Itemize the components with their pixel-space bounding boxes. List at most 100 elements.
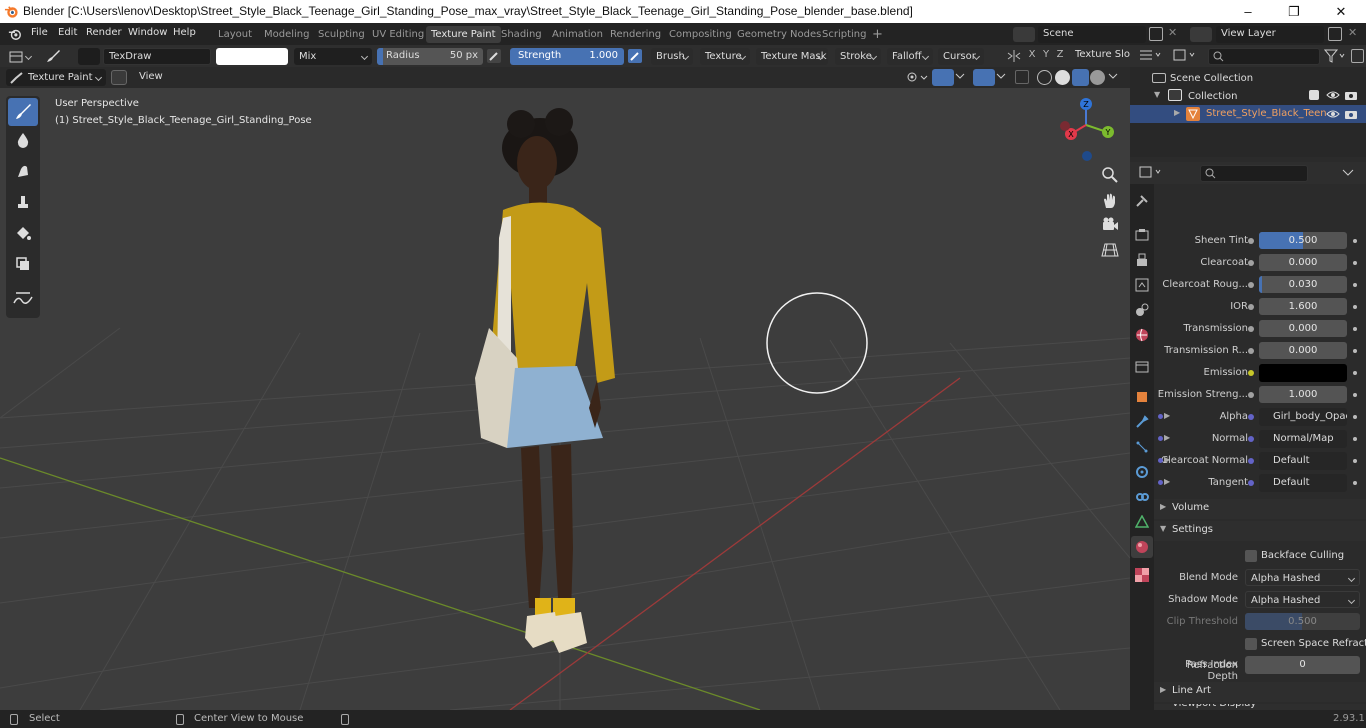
scene-icon[interactable] xyxy=(1013,27,1035,42)
property-value-field[interactable]: 0.000 xyxy=(1259,320,1347,337)
brush-preview-icon[interactable] xyxy=(78,48,100,65)
keyframe-dot-icon[interactable] xyxy=(1353,239,1357,243)
shading-dropdown-icon[interactable] xyxy=(1108,73,1118,81)
minimize-button[interactable]: – xyxy=(1225,2,1271,21)
view-layer-field[interactable]: View Layer xyxy=(1216,26,1324,43)
keyframe-dot-icon[interactable] xyxy=(1353,371,1357,375)
modifier-tab-icon[interactable] xyxy=(1135,415,1149,429)
collection-label[interactable]: Collection xyxy=(1188,91,1237,102)
keyframe-dot-icon[interactable] xyxy=(1353,327,1357,331)
input-socket-icon[interactable] xyxy=(1248,436,1254,442)
keyframe-dot-icon[interactable] xyxy=(1353,459,1357,463)
tab-scripting[interactable]: Scripting xyxy=(817,26,871,43)
data-tab-icon[interactable] xyxy=(1135,515,1149,529)
blender-menu-icon[interactable] xyxy=(8,27,22,41)
settings-panel-header[interactable]: ▼ Settings xyxy=(1154,521,1366,541)
clip-threshold-field[interactable]: 0.500 xyxy=(1245,613,1360,630)
keyframe-dot-icon[interactable] xyxy=(1353,305,1357,309)
tab-sculpting[interactable]: Sculpting xyxy=(313,26,370,43)
filter-icon[interactable] xyxy=(1324,49,1346,63)
object-tab-icon[interactable] xyxy=(1135,390,1149,404)
clone-tool-icon[interactable] xyxy=(13,194,33,214)
tab-geometry-nodes[interactable]: Geometry Nodes xyxy=(732,26,826,43)
annotate-tool-icon[interactable] xyxy=(11,291,35,311)
brush-name-field[interactable]: TexDraw xyxy=(103,48,211,65)
scene-tab-icon[interactable] xyxy=(1135,303,1149,317)
view-layer-tab-icon[interactable] xyxy=(1135,278,1149,292)
input-socket-icon[interactable] xyxy=(1248,458,1254,464)
input-socket-icon[interactable] xyxy=(1248,326,1254,332)
keyframe-dot-icon[interactable] xyxy=(1353,283,1357,287)
overlays-toggle-icon[interactable] xyxy=(973,69,995,86)
property-value-field[interactable]: 1.000 xyxy=(1259,386,1347,403)
ssr-checkbox[interactable] xyxy=(1245,638,1257,650)
properties-editor-type-icon[interactable] xyxy=(1138,165,1166,181)
input-socket-icon[interactable] xyxy=(1248,348,1254,354)
line-art-panel-header[interactable]: ▶ Line Art xyxy=(1154,682,1366,702)
mask-toggle-icon[interactable] xyxy=(111,70,127,85)
keyframe-dot-icon[interactable] xyxy=(1353,437,1357,441)
close-button[interactable]: ✕ xyxy=(1318,2,1364,21)
radius-slider[interactable]: Radius 50 px xyxy=(377,48,483,65)
tab-animation[interactable]: Animation xyxy=(547,26,608,43)
new-view-layer-icon[interactable] xyxy=(1328,27,1342,41)
new-collection-icon[interactable] xyxy=(1351,49,1364,63)
input-socket-icon[interactable] xyxy=(1248,414,1254,420)
delete-scene-icon[interactable]: ✕ xyxy=(1168,26,1177,39)
mirror-y-toggle[interactable]: Y xyxy=(1040,49,1052,60)
emission-color-swatch[interactable] xyxy=(1259,364,1347,382)
world-tab-icon[interactable] xyxy=(1135,328,1149,342)
strength-pressure-icon[interactable] xyxy=(628,49,642,63)
input-socket-icon[interactable] xyxy=(1248,304,1254,310)
scene-name-field[interactable]: Scene xyxy=(1038,26,1146,43)
tab-layout[interactable]: Layout xyxy=(213,26,257,43)
properties-search-input[interactable] xyxy=(1200,165,1308,182)
delete-view-layer-icon[interactable]: ✕ xyxy=(1348,26,1357,39)
camera-view-icon[interactable] xyxy=(1101,216,1119,234)
input-socket-icon[interactable] xyxy=(1248,392,1254,398)
object-render-camera-icon[interactable] xyxy=(1344,108,1358,120)
wireframe-shading-icon[interactable] xyxy=(1037,70,1052,85)
keyframe-dot-icon[interactable] xyxy=(1353,261,1357,265)
tool-tab-icon[interactable] xyxy=(1135,194,1149,208)
object-expand-icon[interactable]: ▶ xyxy=(1174,108,1180,117)
input-socket-icon[interactable] xyxy=(1248,370,1254,376)
maximize-button[interactable]: ❐ xyxy=(1271,2,1317,21)
gizmo-toggle-icon[interactable] xyxy=(932,69,954,86)
object-label[interactable]: Street_Style_Black_Teen xyxy=(1206,108,1327,119)
stroke-dropdown[interactable]: Stroke xyxy=(835,48,881,65)
tab-uv-editing[interactable]: UV Editing xyxy=(367,26,429,43)
linked-input-field[interactable]: Girl_body_Opacity.p... xyxy=(1259,408,1347,426)
input-socket-icon[interactable] xyxy=(1248,238,1254,244)
radius-pressure-icon[interactable] xyxy=(487,49,501,63)
brush-tool-icon[interactable] xyxy=(44,48,62,64)
blend-mode-select[interactable]: Alpha Hashed xyxy=(1245,569,1360,586)
menu-help[interactable]: Help xyxy=(173,27,196,38)
navigation-gizmo[interactable]: Z Y X xyxy=(1055,94,1121,168)
solid-shading-icon[interactable] xyxy=(1055,70,1070,85)
menu-file[interactable]: File xyxy=(31,27,48,38)
property-value-field[interactable]: 0.000 xyxy=(1259,254,1347,271)
collection-expand-icon[interactable]: ▼ xyxy=(1154,90,1160,99)
tab-shading[interactable]: Shading xyxy=(496,26,547,43)
property-value-field[interactable]: 0.000 xyxy=(1259,342,1347,359)
constraints-tab-icon[interactable] xyxy=(1135,490,1149,504)
outliner-search-input[interactable] xyxy=(1208,48,1320,65)
falloff-dropdown[interactable]: Falloff xyxy=(887,48,933,65)
perspective-toggle-icon[interactable] xyxy=(1101,241,1119,259)
keyframe-dot-icon[interactable] xyxy=(1353,393,1357,397)
gizmo-dropdown-icon[interactable] xyxy=(955,73,965,81)
brush-dropdown[interactable]: Brush xyxy=(651,48,693,65)
menu-window[interactable]: Window xyxy=(128,27,167,38)
linked-input-field[interactable]: Default xyxy=(1259,452,1347,470)
texture-tab-icon[interactable] xyxy=(1135,568,1149,582)
input-socket-icon[interactable] xyxy=(1248,260,1254,266)
outliner-editor-type-icon[interactable] xyxy=(1138,48,1166,64)
pan-hand-icon[interactable] xyxy=(1101,192,1119,210)
rendered-shading-icon[interactable] xyxy=(1090,70,1105,85)
texture-mask-dropdown[interactable]: Texture Mask xyxy=(756,48,828,65)
property-value-field[interactable]: 0.500 xyxy=(1259,232,1347,249)
tab-texture-paint[interactable]: Texture Paint xyxy=(426,26,501,43)
object-visibility-eye-icon[interactable] xyxy=(1326,108,1340,120)
linked-input-field[interactable]: Default xyxy=(1259,474,1347,492)
